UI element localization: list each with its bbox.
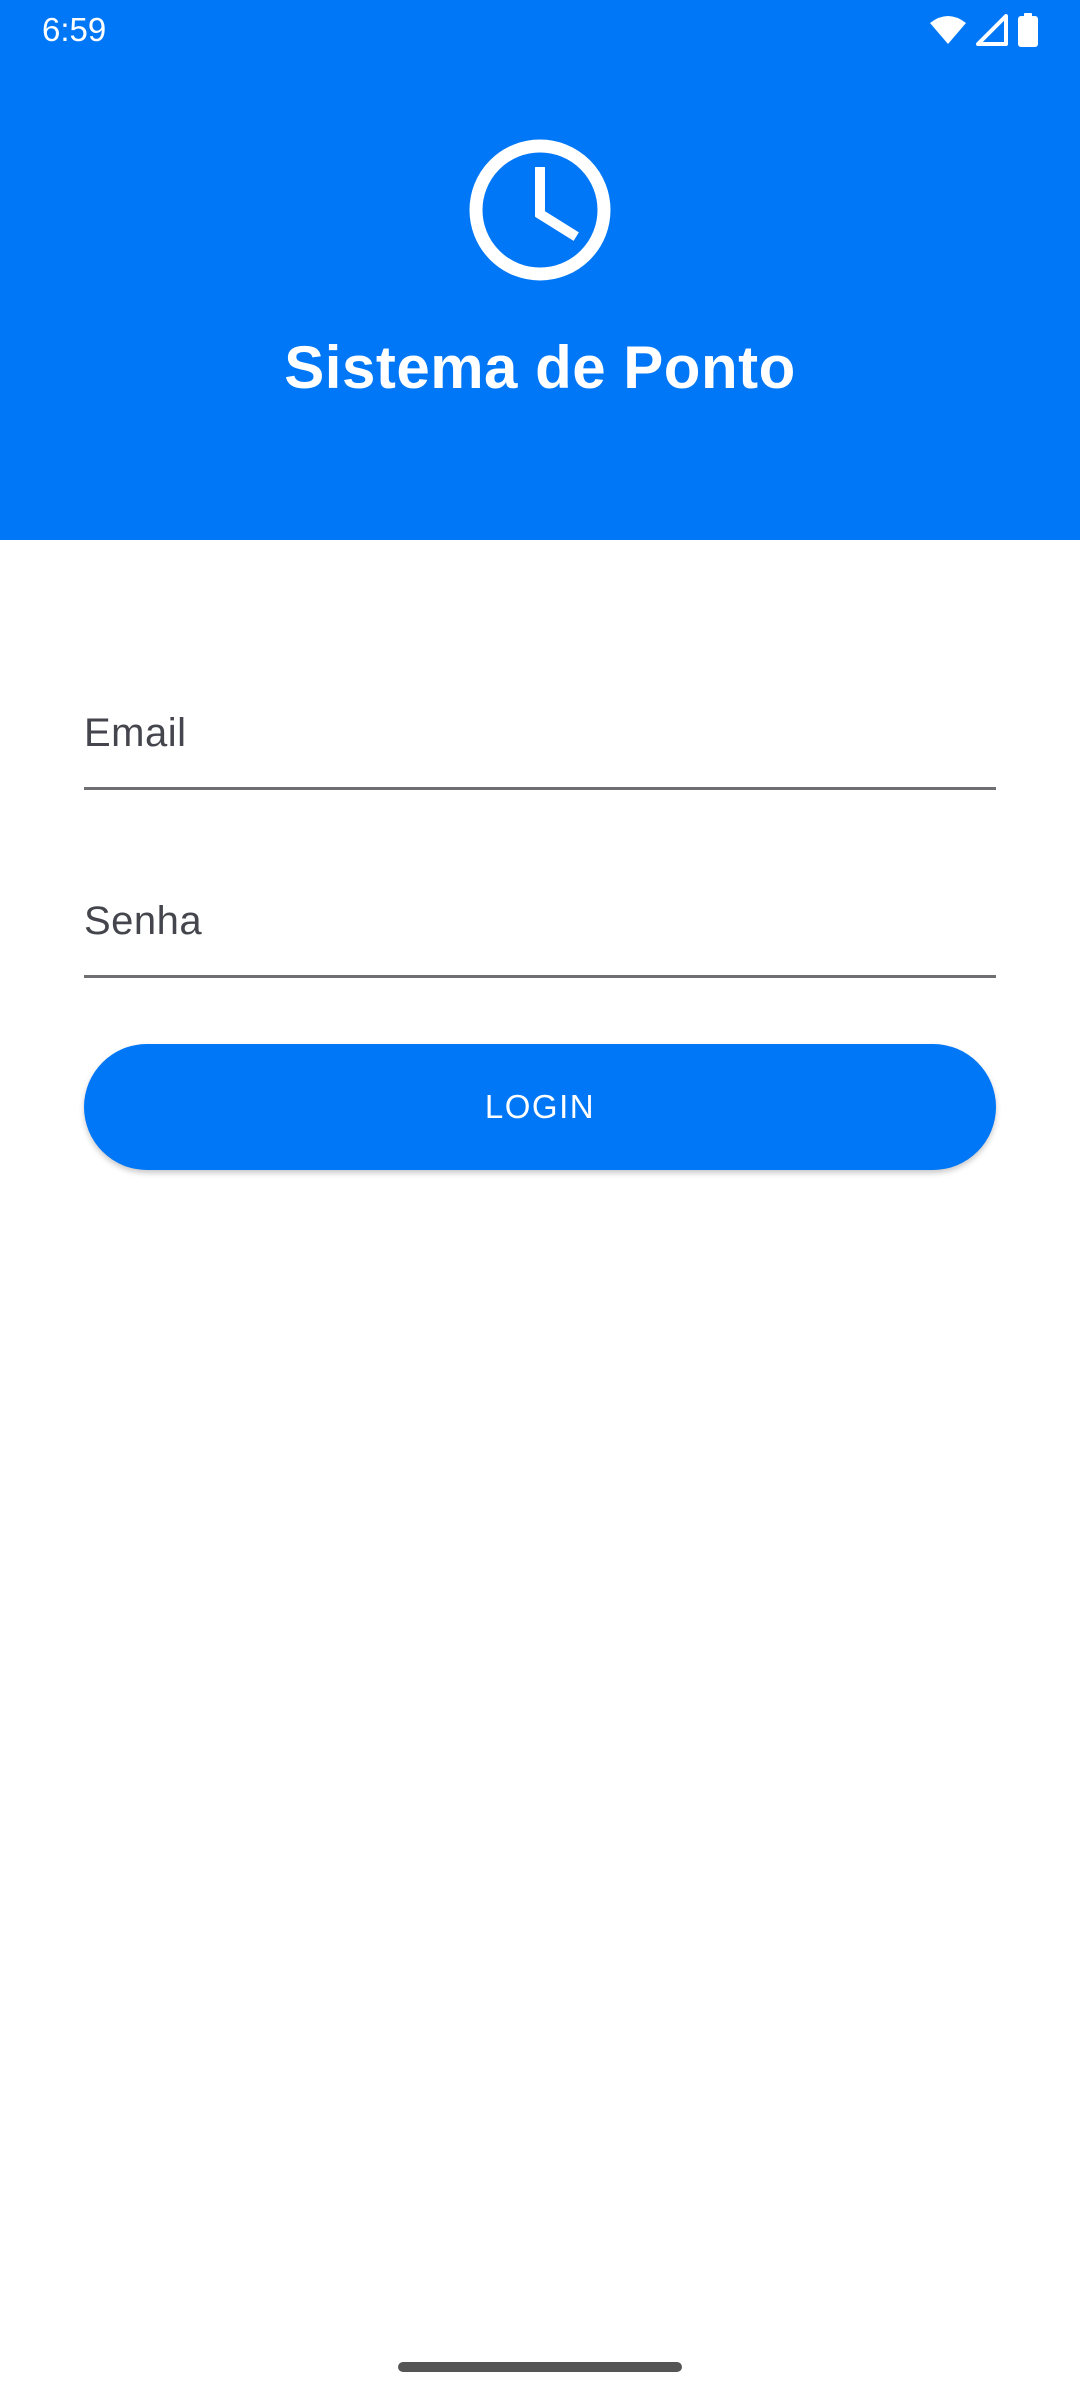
app-title: Sistema de Ponto bbox=[284, 334, 796, 401]
email-field[interactable] bbox=[84, 680, 996, 790]
password-field[interactable] bbox=[84, 868, 996, 978]
email-input[interactable] bbox=[84, 680, 996, 787]
cell-signal-icon bbox=[976, 14, 1008, 46]
status-icons bbox=[930, 12, 1038, 48]
password-input[interactable] bbox=[84, 868, 996, 975]
wifi-icon bbox=[930, 15, 966, 45]
battery-icon bbox=[1018, 13, 1038, 47]
app-header: 6:59 Sistema de Ponto bbox=[0, 0, 1080, 540]
login-button[interactable]: LOGIN bbox=[84, 1044, 996, 1170]
clock-icon bbox=[468, 138, 612, 282]
home-indicator[interactable] bbox=[398, 2362, 682, 2372]
status-time: 6:59 bbox=[42, 11, 107, 48]
status-bar: 6:59 bbox=[0, 0, 1080, 62]
